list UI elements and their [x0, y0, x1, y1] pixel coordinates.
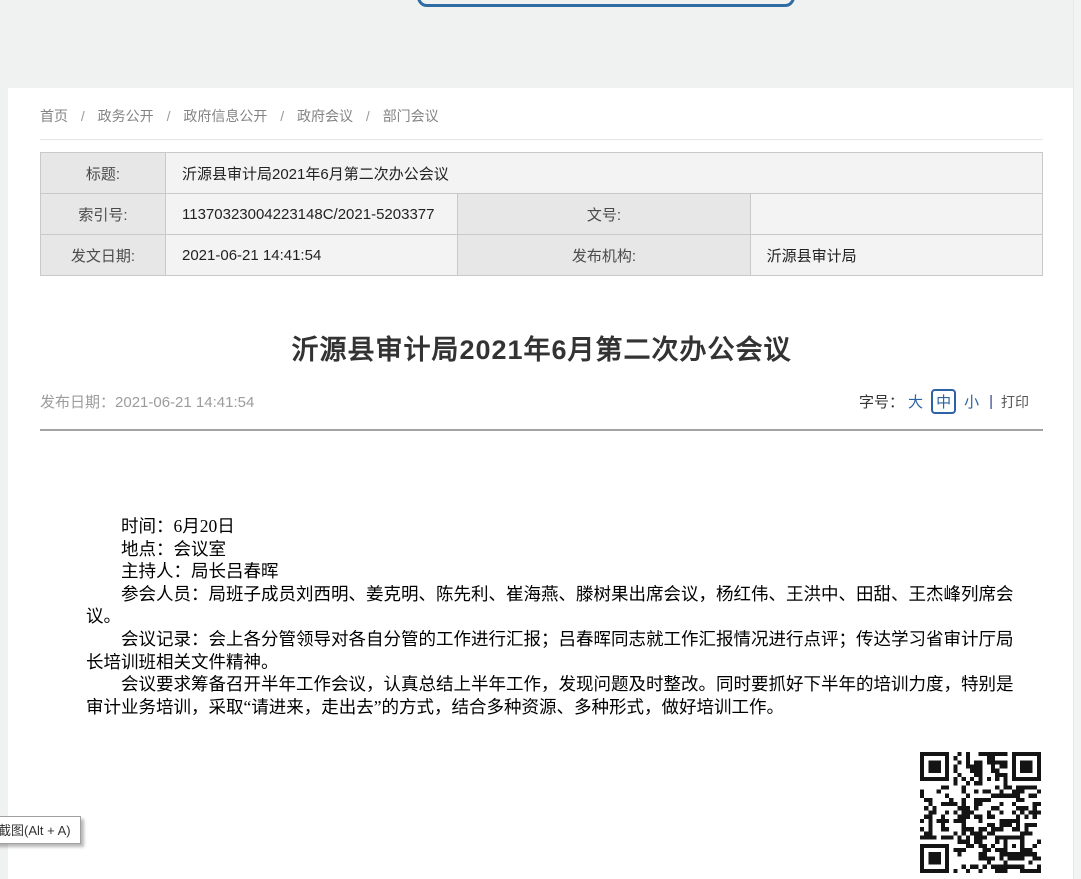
publish-date-value: 2021-06-21 14:41:54 [115, 394, 254, 411]
meta-value-title: 沂源县审计局2021年6月第二次办公会议 [166, 153, 1043, 194]
font-size-large-button[interactable]: 大 [908, 391, 923, 412]
meta-label-issue-date: 发文日期: [41, 235, 166, 276]
table-row: 索引号: 11370323004223148C/2021-5203377 文号: [41, 194, 1043, 235]
paragraph-requirements: 会议要求筹备召开半年工作会议，认真总结上半年工作，发现问题及时整改。同时要抓好下… [86, 673, 1016, 718]
article-body: 时间：6月20日 地点：会议室 主持人：局长吕春晖 参会人员：局班子成员刘西明、… [86, 515, 1016, 718]
font-size-controls: 字号： 大 中 小 | 打印 [859, 389, 1029, 414]
meta-value-issuing-agency: 沂源县审计局 [750, 235, 1042, 276]
meta-table: 标题: 沂源县审计局2021年6月第二次办公会议 索引号: 1137032300… [40, 152, 1043, 276]
breadcrumb-item-open-gov[interactable]: 政务公开 [98, 108, 154, 124]
font-size-label: 字号： [859, 391, 904, 412]
article-title: 沂源县审计局2021年6月第二次办公会议 [40, 328, 1043, 367]
paragraph-host: 主持人：局长吕春晖 [86, 560, 1016, 583]
article-meta-row: 发布日期：2021-06-21 14:41:54 字号： 大 中 小 | 打印 [40, 389, 1043, 414]
meta-value-doc-number [750, 194, 1042, 235]
controls-divider: | [989, 393, 993, 410]
meta-label-title: 标题: [41, 153, 166, 194]
publish-date: 发布日期：2021-06-21 14:41:54 [40, 391, 254, 412]
content-panel: 首页 / 政务公开 / 政府信息公开 / 政府会议 / 部门会议 标题: 沂源县… [8, 88, 1073, 879]
meta-label-doc-number: 文号: [458, 194, 750, 235]
breadcrumb-separator: / [81, 108, 85, 124]
font-size-medium-button[interactable]: 中 [931, 389, 956, 414]
breadcrumb-separator: / [167, 108, 171, 124]
table-row: 发文日期: 2021-06-21 14:41:54 发布机构: 沂源县审计局 [41, 235, 1043, 276]
meta-value-index-number: 11370323004223148C/2021-5203377 [166, 194, 458, 235]
paragraph-minutes: 会议记录：会上各分管领导对各自分管的工作进行汇报；吕春晖同志就工作汇报情况进行点… [86, 628, 1016, 673]
breadcrumb-separator: / [280, 108, 284, 124]
breadcrumb: 首页 / 政务公开 / 政府信息公开 / 政府会议 / 部门会议 [40, 102, 1043, 126]
print-button[interactable]: 打印 [1001, 392, 1029, 412]
font-size-small-button[interactable]: 小 [964, 391, 979, 412]
breadcrumb-separator: / [366, 108, 370, 124]
screenshot-tooltip: 截图(Alt + A) [0, 816, 81, 844]
breadcrumb-item-gov-info[interactable]: 政府信息公开 [183, 108, 267, 124]
meta-label-index-number: 索引号: [41, 194, 166, 235]
breadcrumb-divider [40, 139, 1043, 140]
meta-value-issue-date: 2021-06-21 14:41:54 [166, 235, 458, 276]
breadcrumb-item-dept-meetings[interactable]: 部门会议 [383, 108, 439, 124]
paragraph-time: 时间：6月20日 [86, 515, 1016, 538]
paragraph-attendees: 参会人员：局班子成员刘西明、姜克明、陈先利、崔海燕、滕树果出席会议，杨红伟、王洪… [86, 583, 1016, 628]
qr-code [920, 752, 1041, 873]
publish-date-label: 发布日期： [40, 394, 115, 411]
breadcrumb-item-gov-meetings[interactable]: 政府会议 [297, 108, 353, 124]
table-row: 标题: 沂源县审计局2021年6月第二次办公会议 [41, 153, 1043, 194]
breadcrumb-item-home[interactable]: 首页 [40, 108, 68, 124]
scrollbar-track[interactable] [1073, 0, 1081, 879]
search-box-bottom-edge [417, 0, 795, 7]
meta-label-issuing-agency: 发布机构: [458, 235, 750, 276]
paragraph-location: 地点：会议室 [86, 538, 1016, 561]
content-divider [40, 429, 1043, 431]
